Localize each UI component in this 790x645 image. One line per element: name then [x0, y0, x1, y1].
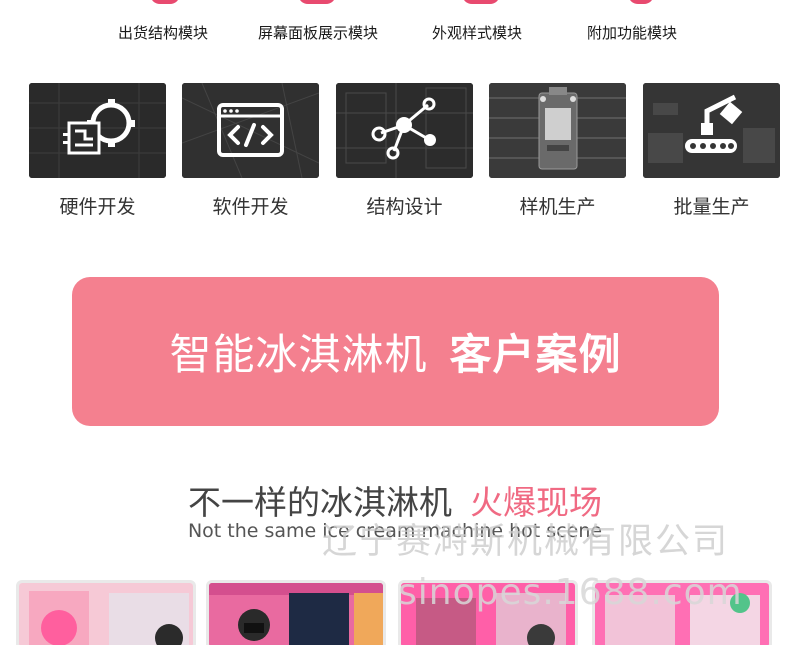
- module-label-4: 附加功能模块: [587, 24, 678, 42]
- service-tile: [182, 83, 319, 178]
- banner-title-bold: 客户案例: [449, 330, 622, 379]
- service-tile: [489, 83, 626, 178]
- circuit-board-icon: [489, 83, 626, 178]
- service-label: 软件开发: [212, 196, 289, 218]
- service-label: 硬件开发: [59, 196, 136, 218]
- banner-title: 智能冰淇淋机: [169, 330, 428, 379]
- service-label: 样机生产: [519, 196, 596, 218]
- scene-photo-2[interactable]: [206, 580, 386, 645]
- code-window-icon: [182, 83, 319, 178]
- service-tile: [336, 83, 473, 178]
- service-label: 结构设计: [366, 196, 443, 218]
- module-labels: 出货结构模块 屏幕面板展示模块 外观样式模块 附加功能模块: [0, 22, 790, 44]
- module-label-1: 出货结构模块: [118, 24, 209, 42]
- module-label-2: 屏幕面板展示模块: [258, 24, 379, 42]
- module-icon-4: [628, 0, 654, 4]
- network-nodes-icon: [336, 83, 473, 178]
- module-icon-3: [462, 0, 500, 4]
- circuit-gear-icon: [29, 83, 166, 178]
- site-watermark: sinopes.1688.com: [398, 572, 743, 613]
- module-label-3: 外观样式模块: [432, 24, 523, 42]
- service-software[interactable]: 软件开发: [182, 83, 319, 219]
- service-prototype[interactable]: 样机生产: [489, 83, 626, 219]
- service-row: 硬件开发 软件开发 结构设计 样机生产 批量生产: [0, 83, 790, 223]
- scene-photo-image: [209, 583, 383, 645]
- service-tile: [29, 83, 166, 178]
- scene-photo-image: [19, 583, 193, 645]
- module-icon-2: [298, 0, 336, 4]
- scene-photo-1[interactable]: [16, 580, 196, 645]
- service-structure[interactable]: 结构设计: [336, 83, 473, 219]
- module-icon-1: [150, 0, 180, 4]
- customer-cases-banner: 智能冰淇淋机 客户案例: [72, 277, 719, 426]
- top-module-icons: [0, 0, 790, 8]
- service-label: 批量生产: [673, 196, 750, 218]
- service-tile: [643, 83, 780, 178]
- service-hardware[interactable]: 硬件开发: [29, 83, 166, 219]
- assembly-line-icon: [643, 83, 780, 178]
- service-mass-production[interactable]: 批量生产: [643, 83, 780, 219]
- company-watermark: 辽宁赛溡斯机械有限公司: [322, 522, 730, 562]
